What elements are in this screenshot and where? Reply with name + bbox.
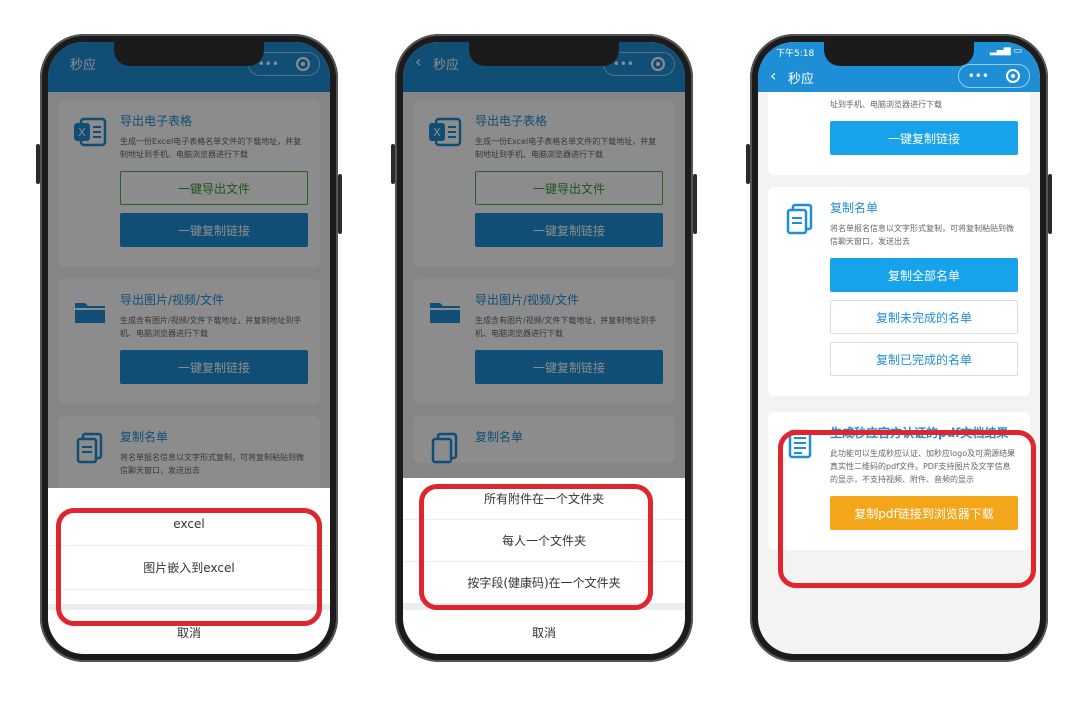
pdf-document-icon: [782, 426, 818, 462]
notch: [824, 42, 974, 66]
copy-link-button[interactable]: 一键复制链接: [830, 121, 1018, 155]
action-sheet: 所有附件在一个文件夹 每人一个文件夹 按字段(健康码)在一个文件夹 取消: [403, 478, 685, 654]
card-desc: 址到手机、电脑浏览器进行下载: [830, 100, 942, 109]
phone-3: 下午5:18 ▂▄▆ ▭ ‹ 秒应 ••• 址到手机、电脑浏览器进行下载 一键复…: [746, 34, 1052, 662]
sheet-cancel-button[interactable]: 取消: [403, 610, 685, 654]
copy-all-button[interactable]: 复制全部名单: [830, 258, 1018, 292]
action-sheet: excel 图片嵌入到excel 取消: [48, 488, 330, 654]
phone-3-screen: 下午5:18 ▂▄▆ ▭ ‹ 秒应 ••• 址到手机、电脑浏览器进行下载 一键复…: [758, 42, 1040, 654]
close-target-icon[interactable]: [1006, 69, 1021, 83]
nav-title: 秒应: [788, 72, 815, 87]
pdf-card: 生成秒应官方认证的pdf文档结果 此功能可以生成秒应认证、加秒应logo及可溯源…: [768, 412, 1030, 550]
export-media-card-partial: 址到手机、电脑浏览器进行下载 一键复制链接: [768, 92, 1030, 175]
sheet-option-image-excel[interactable]: 图片嵌入到excel: [48, 546, 330, 590]
sheet-option-per-person[interactable]: 每人一个文件夹: [403, 520, 685, 562]
copy-pdf-link-button[interactable]: 复制pdf链接到浏览器下载: [830, 496, 1018, 530]
phone-1: 秒应 ••• X 导出电子表格 生成一份Excel电子表格名单文件的下载地址，并…: [36, 34, 342, 662]
content: 址到手机、电脑浏览器进行下载 一键复制链接 复制名单 将名单报名信息以文字形式复…: [758, 92, 1040, 654]
sheet-option-all-in-one[interactable]: 所有附件在一个文件夹: [403, 478, 685, 520]
sheet-option-excel[interactable]: excel: [48, 502, 330, 546]
card-title: 生成秒应官方认证的pdf文档结果: [830, 426, 1009, 440]
copy-list-card: 复制名单 将名单报名信息以文字形式复制，可将复制粘贴到微信聊天窗口，发送出去 复…: [768, 187, 1030, 396]
menu-capsule[interactable]: •••: [958, 64, 1030, 88]
status-time: 下午5:18: [776, 49, 815, 59]
copy-complete-button[interactable]: 复制已完成的名单: [830, 342, 1018, 376]
more-icon[interactable]: •••: [968, 69, 989, 83]
phone-2-screen: ‹ 秒应 ••• X 导出电子表格 生成一份Excel电子表格名单文件的下载地址…: [403, 42, 685, 654]
phone-1-screen: 秒应 ••• X 导出电子表格 生成一份Excel电子表格名单文件的下载地址，并…: [48, 42, 330, 654]
sheet-option-by-field[interactable]: 按字段(健康码)在一个文件夹: [403, 562, 685, 604]
card-desc: 将名单报名信息以文字形式复制，可将复制粘贴到微信聊天窗口，发送出去: [830, 224, 1014, 246]
copy-incomplete-button[interactable]: 复制未完成的名单: [830, 300, 1018, 334]
phone-2: ‹ 秒应 ••• X 导出电子表格 生成一份Excel电子表格名单文件的下载地址…: [391, 34, 697, 662]
card-title: 复制名单: [830, 201, 879, 215]
notch: [114, 42, 264, 66]
card-desc: 此功能可以生成秒应认证、加秒应logo及可溯源结果真实性二维码的pdf文件。PD…: [830, 449, 1016, 484]
back-icon[interactable]: ‹: [770, 66, 776, 85]
signal-battery-icon: ▂▄▆ ▭: [989, 46, 1022, 56]
notch: [469, 42, 619, 66]
sheet-cancel-button[interactable]: 取消: [48, 610, 330, 654]
document-icon: [782, 201, 818, 237]
